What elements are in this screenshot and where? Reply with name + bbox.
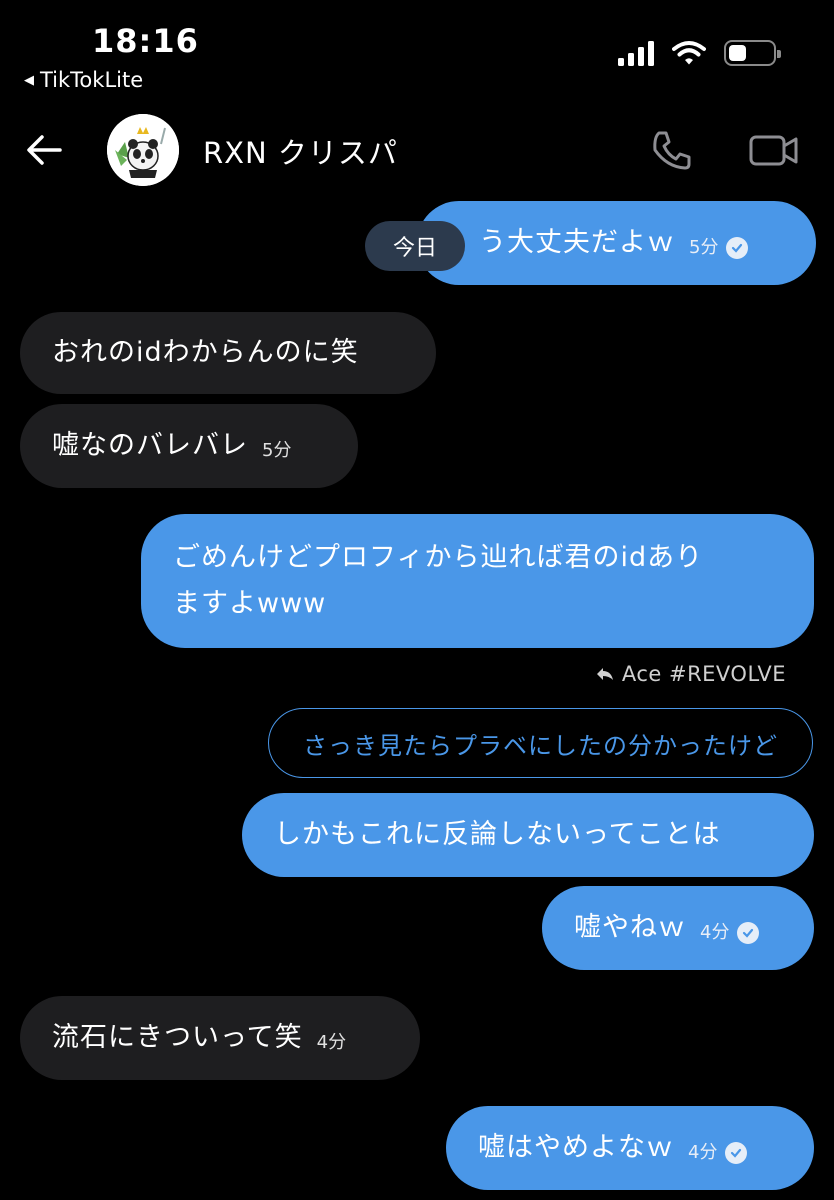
message-bubble-incoming[interactable]: 嘘なのバレバレ 5分: [20, 404, 358, 488]
back-app-label: TikTokLite: [40, 68, 144, 92]
message-text: おれのidわからんのに笑: [52, 337, 359, 368]
wifi-icon: [672, 41, 706, 65]
message-bubble-outgoing[interactable]: しかもこれに反論しないってことは: [242, 793, 814, 877]
message-bubble-incoming[interactable]: おれのidわからんのに笑: [20, 312, 436, 394]
message-text-line: ますよwww: [173, 588, 327, 619]
chat-header: RXN クリスパ: [0, 110, 834, 190]
date-separator: 今日: [365, 221, 465, 271]
contact-name[interactable]: RXN クリスパ: [203, 130, 398, 172]
reply-to-name: Ace #REVOLVE: [621, 662, 786, 686]
message-text: う大丈夫だよｗ: [479, 227, 675, 258]
back-triangle-icon: ◀: [24, 72, 34, 88]
message-bubble-outgoing[interactable]: 嘘やねｗ 4分: [542, 886, 814, 970]
quoted-message[interactable]: さっき見たらプラベにしたの分かったけど: [268, 708, 813, 778]
status-time: 18:16: [92, 22, 199, 60]
message-time: 4分: [700, 922, 730, 943]
message-time: 4分: [316, 1032, 347, 1053]
reply-arrow-icon: [596, 668, 613, 680]
message-bubble-incoming[interactable]: 流石にきついって笑 4分: [20, 996, 420, 1080]
panda-avatar-image: [107, 114, 179, 186]
avatar[interactable]: [107, 114, 179, 186]
battery-level-fill: [729, 45, 746, 61]
back-to-app-link[interactable]: ◀ TikTokLite: [24, 68, 143, 92]
message-text: 嘘はやめよなｗ: [478, 1132, 674, 1163]
message-text: 嘘なのバレバレ: [52, 430, 248, 461]
battery-icon: [724, 40, 781, 66]
phone-call-icon[interactable]: [650, 128, 694, 172]
read-check-icon: [725, 1142, 748, 1164]
message-time: 4分: [688, 1142, 718, 1163]
cellular-signal-icon: [618, 40, 654, 66]
video-call-icon[interactable]: [748, 128, 800, 172]
back-arrow-icon[interactable]: [24, 130, 64, 170]
read-check-icon: [737, 922, 760, 944]
read-check-icon: [726, 237, 749, 259]
message-time: 5分: [689, 237, 719, 258]
message-bubble-outgoing[interactable]: ごめんけどプロフィから辿れば君のidあり ますよwww: [141, 514, 814, 648]
message-bubble-outgoing[interactable]: う大丈夫だよｗ 5分: [417, 201, 816, 285]
reply-context-label: Ace #REVOLVE: [596, 662, 786, 686]
message-text-line: ごめんけどプロフィから辿れば君のidあり: [173, 542, 704, 573]
status-icons: [618, 40, 781, 66]
message-time: 5分: [262, 440, 292, 461]
message-text: しかもこれに反論しないってことは: [274, 819, 721, 850]
message-text: 嘘やねｗ: [574, 912, 686, 943]
message-bubble-outgoing[interactable]: 嘘はやめよなｗ 4分: [446, 1106, 814, 1190]
message-text: 流石にきついって笑: [52, 1022, 303, 1053]
